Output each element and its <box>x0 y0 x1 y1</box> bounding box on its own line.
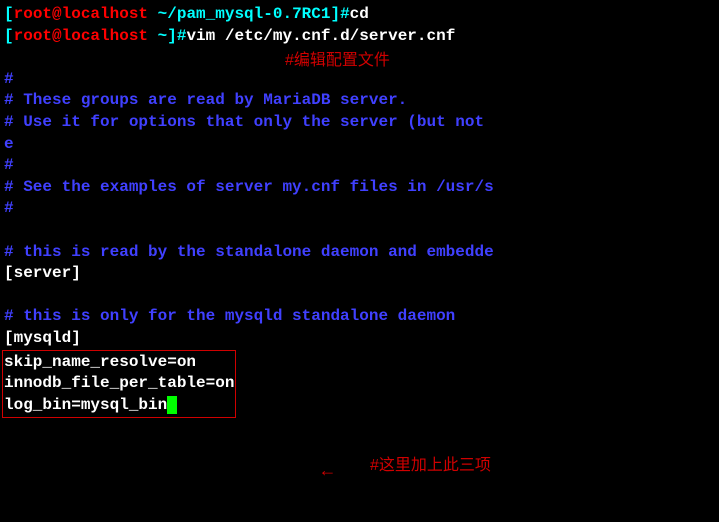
comment-line: # <box>4 155 715 177</box>
path: ~/pam_mysql-0.7RC1 <box>158 5 331 23</box>
comment-line: # See the examples of server my.cnf file… <box>4 177 715 199</box>
comment-line: # <box>4 198 715 220</box>
comment-line: # this is only for the mysqld standalone… <box>4 306 715 328</box>
highlighted-config-box: skip_name_resolve=on innodb_file_per_tab… <box>2 350 236 419</box>
comment-line: # Use it for options that only the serve… <box>4 112 715 134</box>
config-innodb-file-per-table: innodb_file_per_table=on <box>4 373 234 395</box>
prompt-line-1: [root@localhost ~/pam_mysql-0.7RC1]#cd <box>4 4 715 26</box>
comment-line: e <box>4 134 715 156</box>
user-host: root@localhost <box>14 5 158 23</box>
bracket-close: ]# <box>167 27 186 45</box>
command-vim: vim /etc/my.cnf.d/server.cnf <box>186 27 455 45</box>
terminal-output[interactable]: [root@localhost ~/pam_mysql-0.7RC1]#cd [… <box>4 4 715 418</box>
blank-line <box>4 285 715 307</box>
arrow-left-icon: ← <box>322 460 333 484</box>
comment-line: # <box>4 69 715 91</box>
config-skip-name-resolve: skip_name_resolve=on <box>4 352 234 374</box>
bracket-open: [ <box>4 27 14 45</box>
comment-line: # These groups are read by MariaDB serve… <box>4 90 715 112</box>
command-cd: cd <box>350 5 369 23</box>
annotation-add-three-items: #这里加上此三项 <box>370 455 491 477</box>
section-server: [server] <box>4 263 715 285</box>
user-host: root@localhost <box>14 27 158 45</box>
cursor <box>167 396 177 414</box>
bracket-close: ]# <box>330 5 349 23</box>
bracket-open: [ <box>4 5 14 23</box>
section-mysqld: [mysqld] <box>4 328 715 350</box>
blank-line <box>4 220 715 242</box>
annotation-edit-config: #编辑配置文件 <box>285 50 390 72</box>
config-log-bin: log_bin=mysql_bin <box>4 395 234 417</box>
comment-line: # this is read by the standalone daemon … <box>4 242 715 264</box>
prompt-line-2: [root@localhost ~]#vim /etc/my.cnf.d/ser… <box>4 26 715 48</box>
path: ~ <box>158 27 168 45</box>
